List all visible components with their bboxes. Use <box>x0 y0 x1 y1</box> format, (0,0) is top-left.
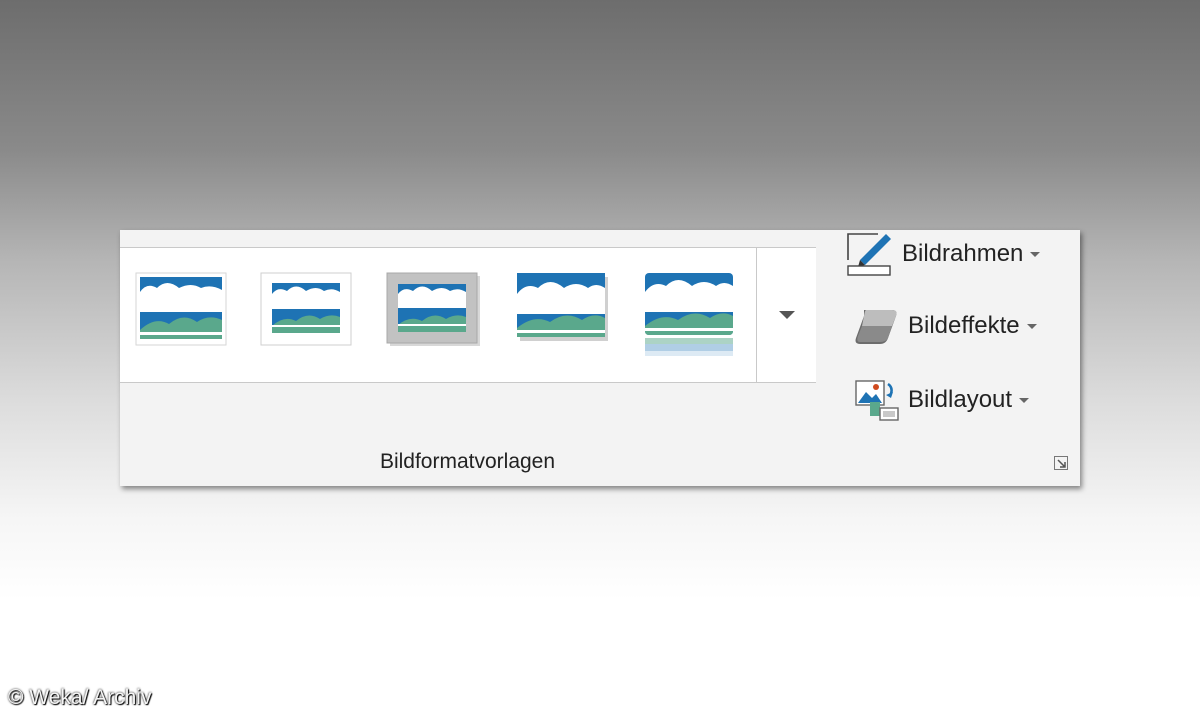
picture-style-thumb-4[interactable] <box>516 272 612 346</box>
picture-style-image-5 <box>645 273 733 356</box>
picture-layout-icon <box>854 378 900 422</box>
picture-style-thumb-1[interactable] <box>135 272 227 346</box>
picture-style-image-1 <box>135 272 227 346</box>
picture-style-image-3 <box>386 272 480 346</box>
picture-styles-gallery <box>120 247 816 383</box>
picture-style-thumb-5[interactable] <box>644 272 736 358</box>
copyright-watermark: © Weka/ Archiv <box>8 686 152 709</box>
picture-style-image-2 <box>260 272 352 346</box>
gallery-more-button[interactable] <box>756 248 816 382</box>
picture-style-thumb-2[interactable] <box>260 272 352 346</box>
picture-layout-button[interactable]: Bildlayout <box>854 378 1030 422</box>
group-label: Bildformatvorlagen <box>379 450 556 473</box>
picture-styles-ribbon-group: Bildformatvorlagen Bildrahmen Bildeffekt… <box>120 230 1080 486</box>
picture-layout-label: Bildlayout <box>908 386 1013 413</box>
dialog-launcher-icon[interactable] <box>1054 456 1068 470</box>
chevron-down-icon <box>1026 323 1037 329</box>
chevron-down-icon <box>778 311 795 319</box>
eraser-icon <box>854 306 900 346</box>
picture-style-image-4 <box>517 273 608 341</box>
picture-style-thumb-3[interactable] <box>386 272 482 348</box>
picture-border-label: Bildrahmen <box>902 240 1024 267</box>
chevron-down-icon <box>1030 251 1041 257</box>
picture-border-button[interactable]: Bildrahmen <box>846 232 1041 276</box>
chevron-down-icon <box>1019 397 1030 403</box>
picture-effects-button[interactable]: Bildeffekte <box>854 306 1037 346</box>
pencil-frame-icon <box>846 232 894 276</box>
picture-effects-label: Bildeffekte <box>908 312 1020 339</box>
